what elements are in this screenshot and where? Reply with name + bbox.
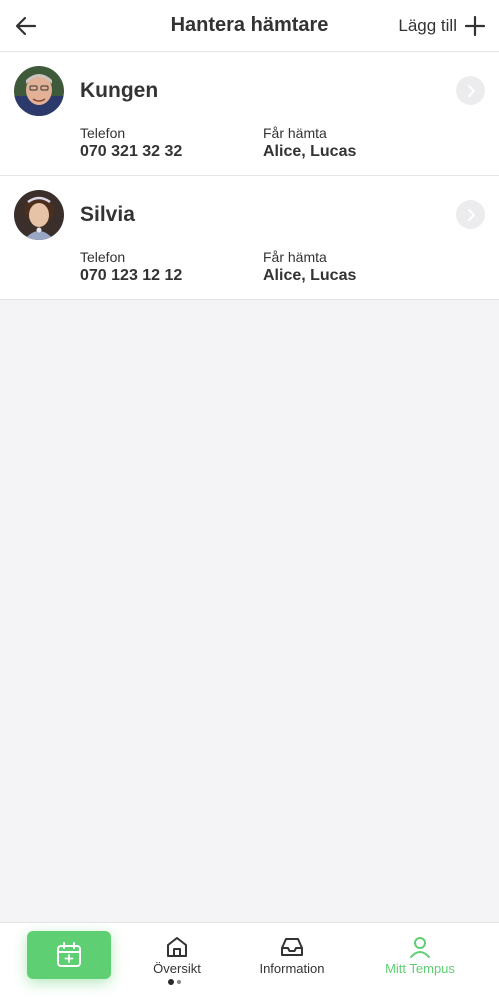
pickup-item-kungen[interactable]: Kungen Telefon 070 321 32 32 Får hämta A… [0, 52, 499, 176]
phone-label: Telefon [80, 249, 126, 265]
bottom-tab-bar: Översikt Information Mitt Tempus [0, 922, 499, 1000]
home-icon [167, 937, 187, 957]
add-calendar-event-button[interactable] [27, 931, 111, 979]
phone-value: 070 123 12 12 [80, 267, 183, 284]
allowed-label: Får hämta [263, 249, 327, 265]
page-indicator [168, 979, 181, 985]
allowed-value: Alice, Lucas [263, 267, 357, 284]
avatar [14, 190, 64, 240]
tab-oversikt[interactable]: Översikt [122, 935, 232, 976]
allowed-label: Får hämta [263, 125, 327, 141]
pickup-list: Kungen Telefon 070 321 32 32 Får hämta A… [0, 52, 499, 300]
chevron-right-icon [467, 84, 475, 97]
phone-label: Telefon [80, 125, 126, 141]
add-label: Lägg till [398, 16, 457, 35]
open-details-button[interactable] [456, 76, 485, 105]
person-name: Kungen [80, 79, 159, 102]
phone-value: 070 321 32 32 [80, 143, 183, 160]
inbox-icon [281, 938, 303, 956]
chevron-right-icon [467, 208, 475, 221]
allowed-value: Alice, Lucas [263, 143, 357, 160]
tab-label: Mitt Tempus [385, 961, 455, 976]
add-pickup-button[interactable]: Lägg till [398, 12, 485, 40]
top-bar: Hantera hämtare Lägg till [0, 0, 499, 52]
plus-icon [465, 16, 485, 36]
tab-label: Översikt [153, 961, 201, 976]
pickup-item-silvia[interactable]: Silvia Telefon 070 123 12 12 Får hämta A… [0, 176, 499, 300]
calendar-add-icon [57, 942, 81, 967]
open-details-button[interactable] [456, 200, 485, 229]
user-icon [410, 937, 430, 958]
tab-information[interactable]: Information [237, 935, 347, 976]
person-name: Silvia [80, 203, 135, 226]
tab-label: Information [259, 961, 325, 976]
avatar [14, 66, 64, 116]
tab-mitt-tempus[interactable]: Mitt Tempus [365, 935, 475, 976]
